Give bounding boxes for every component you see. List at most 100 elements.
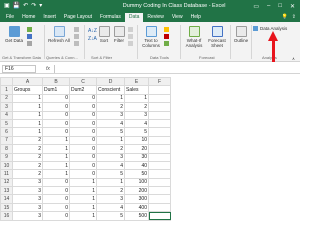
row-header[interactable]: 3 [0, 102, 13, 112]
sort-button[interactable]: Sort [97, 26, 111, 43]
cell[interactable]: 0 [69, 169, 97, 179]
cell[interactable]: 1 [12, 102, 43, 112]
cell[interactable]: 3 [12, 211, 43, 221]
what-if-analysis-button[interactable]: What-If Analysis [183, 26, 205, 48]
row-header[interactable]: 8 [0, 144, 13, 154]
row-header[interactable]: 13 [0, 186, 13, 196]
maximize-button[interactable]: □ [278, 3, 282, 10]
cell[interactable]: 2 [96, 102, 125, 112]
column-header-b[interactable]: B [42, 76, 70, 87]
cell[interactable]: 1 [42, 135, 70, 146]
cell[interactable]: 1 [42, 152, 70, 162]
cell[interactable]: 2 [96, 144, 125, 154]
tab-page-layout[interactable]: Page Layout [60, 13, 96, 22]
cell[interactable]: 2 [124, 102, 149, 112]
row-header[interactable]: 10 [0, 160, 13, 171]
cell[interactable]: 3 [12, 186, 43, 196]
from-table-item[interactable] [27, 41, 32, 46]
cell[interactable]: 10 [124, 135, 149, 146]
customize-qat-icon[interactable]: ▾ [39, 3, 42, 9]
cell[interactable]: 0 [42, 177, 70, 188]
collapse-ribbon-icon[interactable]: ∧ [292, 56, 295, 61]
cell[interactable] [148, 93, 171, 104]
cell[interactable] [148, 152, 171, 162]
cell[interactable]: 5 [96, 169, 125, 179]
cell[interactable]: 0 [42, 110, 70, 120]
cell[interactable]: 4 [124, 118, 149, 129]
cell[interactable]: 1 [69, 186, 97, 196]
row-header[interactable]: 16 [0, 211, 13, 221]
cell[interactable]: 1 [12, 93, 43, 104]
row-header[interactable]: 6 [0, 127, 13, 137]
cell[interactable]: 3 [96, 110, 125, 120]
redo-icon[interactable]: ↷ [31, 3, 36, 9]
cell[interactable] [148, 85, 171, 95]
select-all-corner[interactable] [0, 76, 13, 87]
cell[interactable] [148, 194, 171, 204]
cell[interactable]: 500 [124, 211, 149, 221]
row-header[interactable]: 2 [0, 93, 13, 104]
tab-view[interactable]: View [168, 13, 187, 22]
cell[interactable]: 3 [12, 194, 43, 204]
tab-file[interactable]: File [2, 13, 18, 22]
cell[interactable]: 5 [96, 127, 125, 137]
row-header[interactable]: 7 [0, 135, 13, 146]
cell[interactable] [148, 186, 171, 196]
cell[interactable] [148, 144, 171, 154]
cell[interactable] [148, 169, 171, 179]
get-data-button[interactable]: Get Data [4, 26, 24, 43]
lightbulb-icon[interactable]: 💡 [282, 13, 288, 22]
cell[interactable]: 5 [124, 127, 149, 137]
row-header[interactable]: 9 [0, 152, 13, 162]
column-header-e[interactable]: E [124, 76, 149, 87]
ribbon-display-icon[interactable]: ▭ [253, 3, 259, 10]
row-header[interactable]: 1 [0, 85, 13, 95]
cell[interactable]: 2 [12, 160, 43, 171]
cell[interactable]: 0 [42, 93, 70, 104]
cell[interactable]: 1 [96, 177, 125, 188]
cell[interactable]: 1 [42, 169, 70, 179]
cell[interactable]: 0 [42, 118, 70, 129]
cell[interactable]: 0 [69, 93, 97, 104]
cell[interactable]: 2 [96, 186, 125, 196]
cell[interactable]: 1 [42, 144, 70, 154]
tab-insert[interactable]: Insert [39, 13, 60, 22]
cell[interactable]: 1 [96, 135, 125, 146]
cell[interactable]: 100 [124, 177, 149, 188]
row-header[interactable]: 14 [0, 194, 13, 204]
queries-item[interactable] [74, 27, 79, 32]
autosave-icon[interactable]: ▣ [4, 3, 10, 9]
cell[interactable]: 5 [96, 211, 125, 221]
cell[interactable]: 0 [42, 186, 70, 196]
cell[interactable]: 0 [42, 194, 70, 204]
close-button[interactable]: ✕ [290, 3, 295, 10]
cell[interactable]: 0 [42, 102, 70, 112]
cell[interactable]: 2 [12, 144, 43, 154]
cell[interactable]: Dum1 [42, 85, 70, 95]
cell[interactable]: 20 [124, 144, 149, 154]
cell[interactable] [148, 110, 171, 120]
cell[interactable]: 0 [69, 102, 97, 112]
cell[interactable]: 1 [42, 160, 70, 171]
tab-home[interactable]: Home [18, 13, 39, 22]
cell[interactable]: 40 [124, 160, 149, 171]
filter-button[interactable]: Filter [112, 26, 126, 43]
cell[interactable]: 3 [96, 194, 125, 204]
cell[interactable]: 1 [69, 194, 97, 204]
cell[interactable] [148, 127, 171, 137]
cell[interactable]: 30 [124, 152, 149, 162]
cell[interactable]: 3 [124, 110, 149, 120]
cell[interactable] [148, 211, 171, 221]
cell[interactable]: 4 [96, 160, 125, 171]
cell[interactable]: 0 [69, 110, 97, 120]
remove-duplicates-item[interactable] [164, 34, 169, 39]
cell[interactable]: 0 [69, 127, 97, 137]
cell[interactable]: 1 [12, 110, 43, 120]
refresh-all-button[interactable]: Refresh All [46, 26, 72, 43]
row-header[interactable]: 11 [0, 169, 13, 179]
cell[interactable]: 3 [12, 177, 43, 188]
tab-review[interactable]: Review [143, 13, 167, 22]
clear-filter-item[interactable] [128, 27, 133, 32]
cell[interactable]: 300 [124, 194, 149, 204]
cell[interactable]: Groups [12, 85, 43, 95]
